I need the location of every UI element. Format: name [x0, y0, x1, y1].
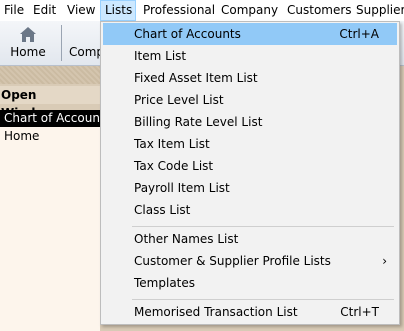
menu-item-label: Billing Rate Level List: [134, 115, 263, 129]
menu-item-label: Chart of Accounts: [134, 27, 241, 41]
menu-item-class-list[interactable]: Class List: [103, 199, 397, 221]
menu-item-memorised-transaction-list[interactable]: Memorised Transaction List Ctrl+T: [103, 301, 397, 323]
menu-item-label: Customer & Supplier Profile Lists: [134, 254, 331, 268]
open-windows-panel: Open Windows Chart of Accounts Home: [0, 66, 111, 331]
open-window-chart-of-accounts[interactable]: Chart of Accounts: [0, 110, 111, 127]
menu-item-shortcut: Ctrl+T: [340, 305, 379, 319]
menu-professional[interactable]: Professional: [139, 0, 219, 21]
menu-item-label: Tax Item List: [134, 137, 210, 151]
lists-dropdown-menu: Chart of Accounts Ctrl+A Item List Fixed…: [100, 21, 400, 325]
menu-file[interactable]: File: [0, 0, 28, 21]
menu-edit[interactable]: Edit: [29, 0, 60, 21]
menu-bar: File Edit View Lists Professional Compan…: [0, 0, 404, 22]
menu-item-other-names-list[interactable]: Other Names List: [103, 228, 397, 250]
submenu-arrow-icon: ›: [382, 254, 387, 268]
menu-separator: [132, 226, 394, 227]
menu-item-label: Fixed Asset Item List: [134, 71, 258, 85]
menu-item-label: Memorised Transaction List: [134, 305, 298, 319]
menu-supplier[interactable]: Supplier: [352, 0, 404, 21]
menu-item-customer-supplier-profile-lists[interactable]: Customer & Supplier Profile Lists ›: [103, 250, 397, 272]
menu-item-templates[interactable]: Templates: [103, 272, 397, 294]
menu-item-label: Tax Code List: [134, 159, 214, 173]
menu-item-payroll-item-list[interactable]: Payroll Item List: [103, 177, 397, 199]
home-button[interactable]: Home: [0, 21, 56, 65]
menu-view[interactable]: View: [63, 0, 99, 21]
menu-item-label: Templates: [134, 276, 196, 290]
app-window: File Edit View Lists Professional Compan…: [0, 0, 404, 331]
menu-item-item-list[interactable]: Item List: [103, 45, 397, 67]
panel-header-strip: [0, 66, 100, 84]
menu-item-price-level-list[interactable]: Price Level List: [103, 89, 397, 111]
menu-item-chart-of-accounts[interactable]: Chart of Accounts Ctrl+A: [103, 23, 397, 45]
menu-item-shortcut: Ctrl+A: [339, 27, 379, 41]
menu-customers[interactable]: Customers: [283, 0, 356, 21]
home-icon: [20, 27, 36, 42]
home-button-label: Home: [10, 45, 46, 59]
menu-item-label: Class List: [134, 203, 191, 217]
menu-item-label: Price Level List: [134, 93, 224, 107]
company-button-label[interactable]: Comp: [69, 45, 104, 59]
menu-item-label: Item List: [134, 49, 187, 63]
menu-item-billing-rate-level-list[interactable]: Billing Rate Level List: [103, 111, 397, 133]
menu-item-fixed-asset-item-list[interactable]: Fixed Asset Item List: [103, 67, 397, 89]
toolbar-divider: [61, 25, 62, 61]
menu-item-label: Payroll Item List: [134, 181, 230, 195]
open-windows-list: Chart of Accounts Home: [0, 110, 111, 331]
menu-company[interactable]: Company: [217, 0, 282, 21]
menu-item-tax-code-list[interactable]: Tax Code List: [103, 155, 397, 177]
menu-item-tax-item-list[interactable]: Tax Item List: [103, 133, 397, 155]
menu-item-label: Other Names List: [134, 232, 239, 246]
open-windows-title: Open Windows: [0, 86, 101, 120]
open-window-home[interactable]: Home: [0, 128, 100, 145]
menu-lists[interactable]: Lists: [100, 0, 136, 21]
menu-separator: [132, 299, 394, 300]
